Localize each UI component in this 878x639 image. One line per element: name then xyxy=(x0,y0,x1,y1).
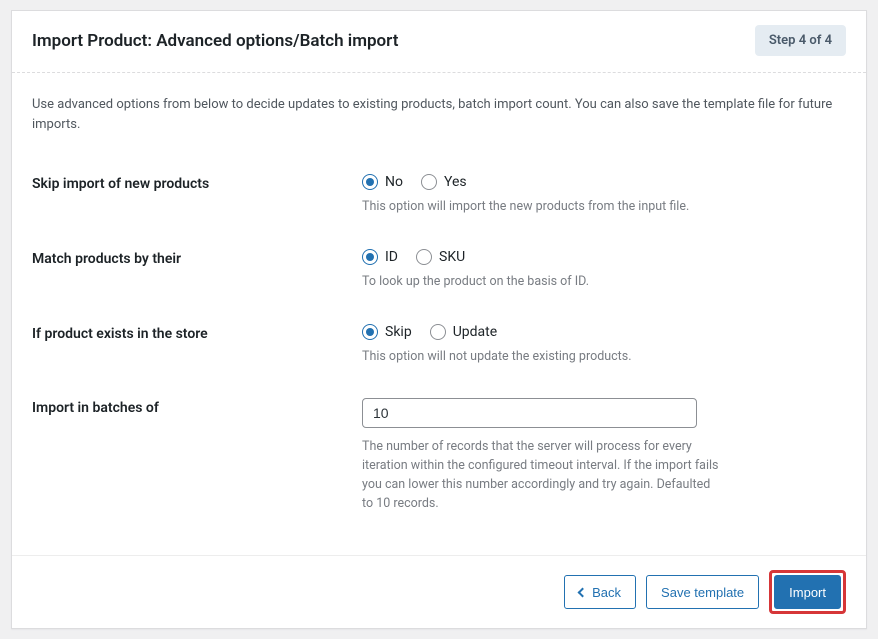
label-if-exists: If product exists in the store xyxy=(32,324,362,367)
page-title: Import Product: Advanced options/Batch i… xyxy=(32,31,398,51)
radio-skip-yes[interactable]: Yes xyxy=(421,174,467,190)
radio-icon xyxy=(362,324,378,340)
panel-footer: Back Save template Import xyxy=(12,555,866,628)
radio-label: No xyxy=(385,174,403,190)
panel-body: Use advanced options from below to decid… xyxy=(12,73,866,555)
radio-match-id[interactable]: ID xyxy=(362,249,398,265)
control-skip-import: No Yes This option will import the new p… xyxy=(362,174,722,217)
highlight-annotation: Import xyxy=(769,570,846,614)
help-batch: The number of records that the server wi… xyxy=(362,438,722,513)
row-batch: Import in batches of The number of recor… xyxy=(32,398,846,513)
radio-label: Yes xyxy=(444,174,467,190)
label-skip-import: Skip import of new products xyxy=(32,174,362,217)
radio-label: Update xyxy=(453,324,497,340)
row-match-by: Match products by their ID SKU To look u… xyxy=(32,249,846,292)
radio-icon xyxy=(430,324,446,340)
help-exists: This option will not update the existing… xyxy=(362,348,722,367)
radio-exists-update[interactable]: Update xyxy=(430,324,497,340)
radio-exists-skip[interactable]: Skip xyxy=(362,324,412,340)
save-template-label: Save template xyxy=(661,585,744,600)
back-button[interactable]: Back xyxy=(564,575,636,609)
help-skip: This option will import the new products… xyxy=(362,198,722,217)
save-template-button[interactable]: Save template xyxy=(646,575,759,609)
radio-icon xyxy=(421,174,437,190)
intro-text: Use advanced options from below to decid… xyxy=(32,95,846,134)
import-panel: Import Product: Advanced options/Batch i… xyxy=(11,10,867,629)
radio-group-exists: Skip Update xyxy=(362,324,722,340)
batch-input[interactable] xyxy=(362,398,697,428)
radio-label: ID xyxy=(385,249,398,265)
label-batch: Import in batches of xyxy=(32,398,362,513)
radio-icon xyxy=(362,249,378,265)
help-match: To look up the product on the basis of I… xyxy=(362,273,722,292)
radio-match-sku[interactable]: SKU xyxy=(416,249,465,265)
back-label: Back xyxy=(592,585,621,600)
row-skip-import: Skip import of new products No Yes This … xyxy=(32,174,846,217)
control-if-exists: Skip Update This option will not update … xyxy=(362,324,722,367)
radio-skip-no[interactable]: No xyxy=(362,174,403,190)
control-batch: The number of records that the server wi… xyxy=(362,398,722,513)
import-button[interactable]: Import xyxy=(774,575,841,609)
radio-icon xyxy=(416,249,432,265)
step-badge: Step 4 of 4 xyxy=(755,25,846,56)
radio-label: Skip xyxy=(385,324,412,340)
label-match-by: Match products by their xyxy=(32,249,362,292)
radio-icon xyxy=(362,174,378,190)
radio-label: SKU xyxy=(439,249,465,265)
row-if-exists: If product exists in the store Skip Upda… xyxy=(32,324,846,367)
control-match-by: ID SKU To look up the product on the bas… xyxy=(362,249,722,292)
radio-group-skip: No Yes xyxy=(362,174,722,190)
import-label: Import xyxy=(789,585,826,600)
chevron-left-icon xyxy=(578,587,588,597)
radio-group-match: ID SKU xyxy=(362,249,722,265)
panel-header: Import Product: Advanced options/Batch i… xyxy=(12,11,866,73)
